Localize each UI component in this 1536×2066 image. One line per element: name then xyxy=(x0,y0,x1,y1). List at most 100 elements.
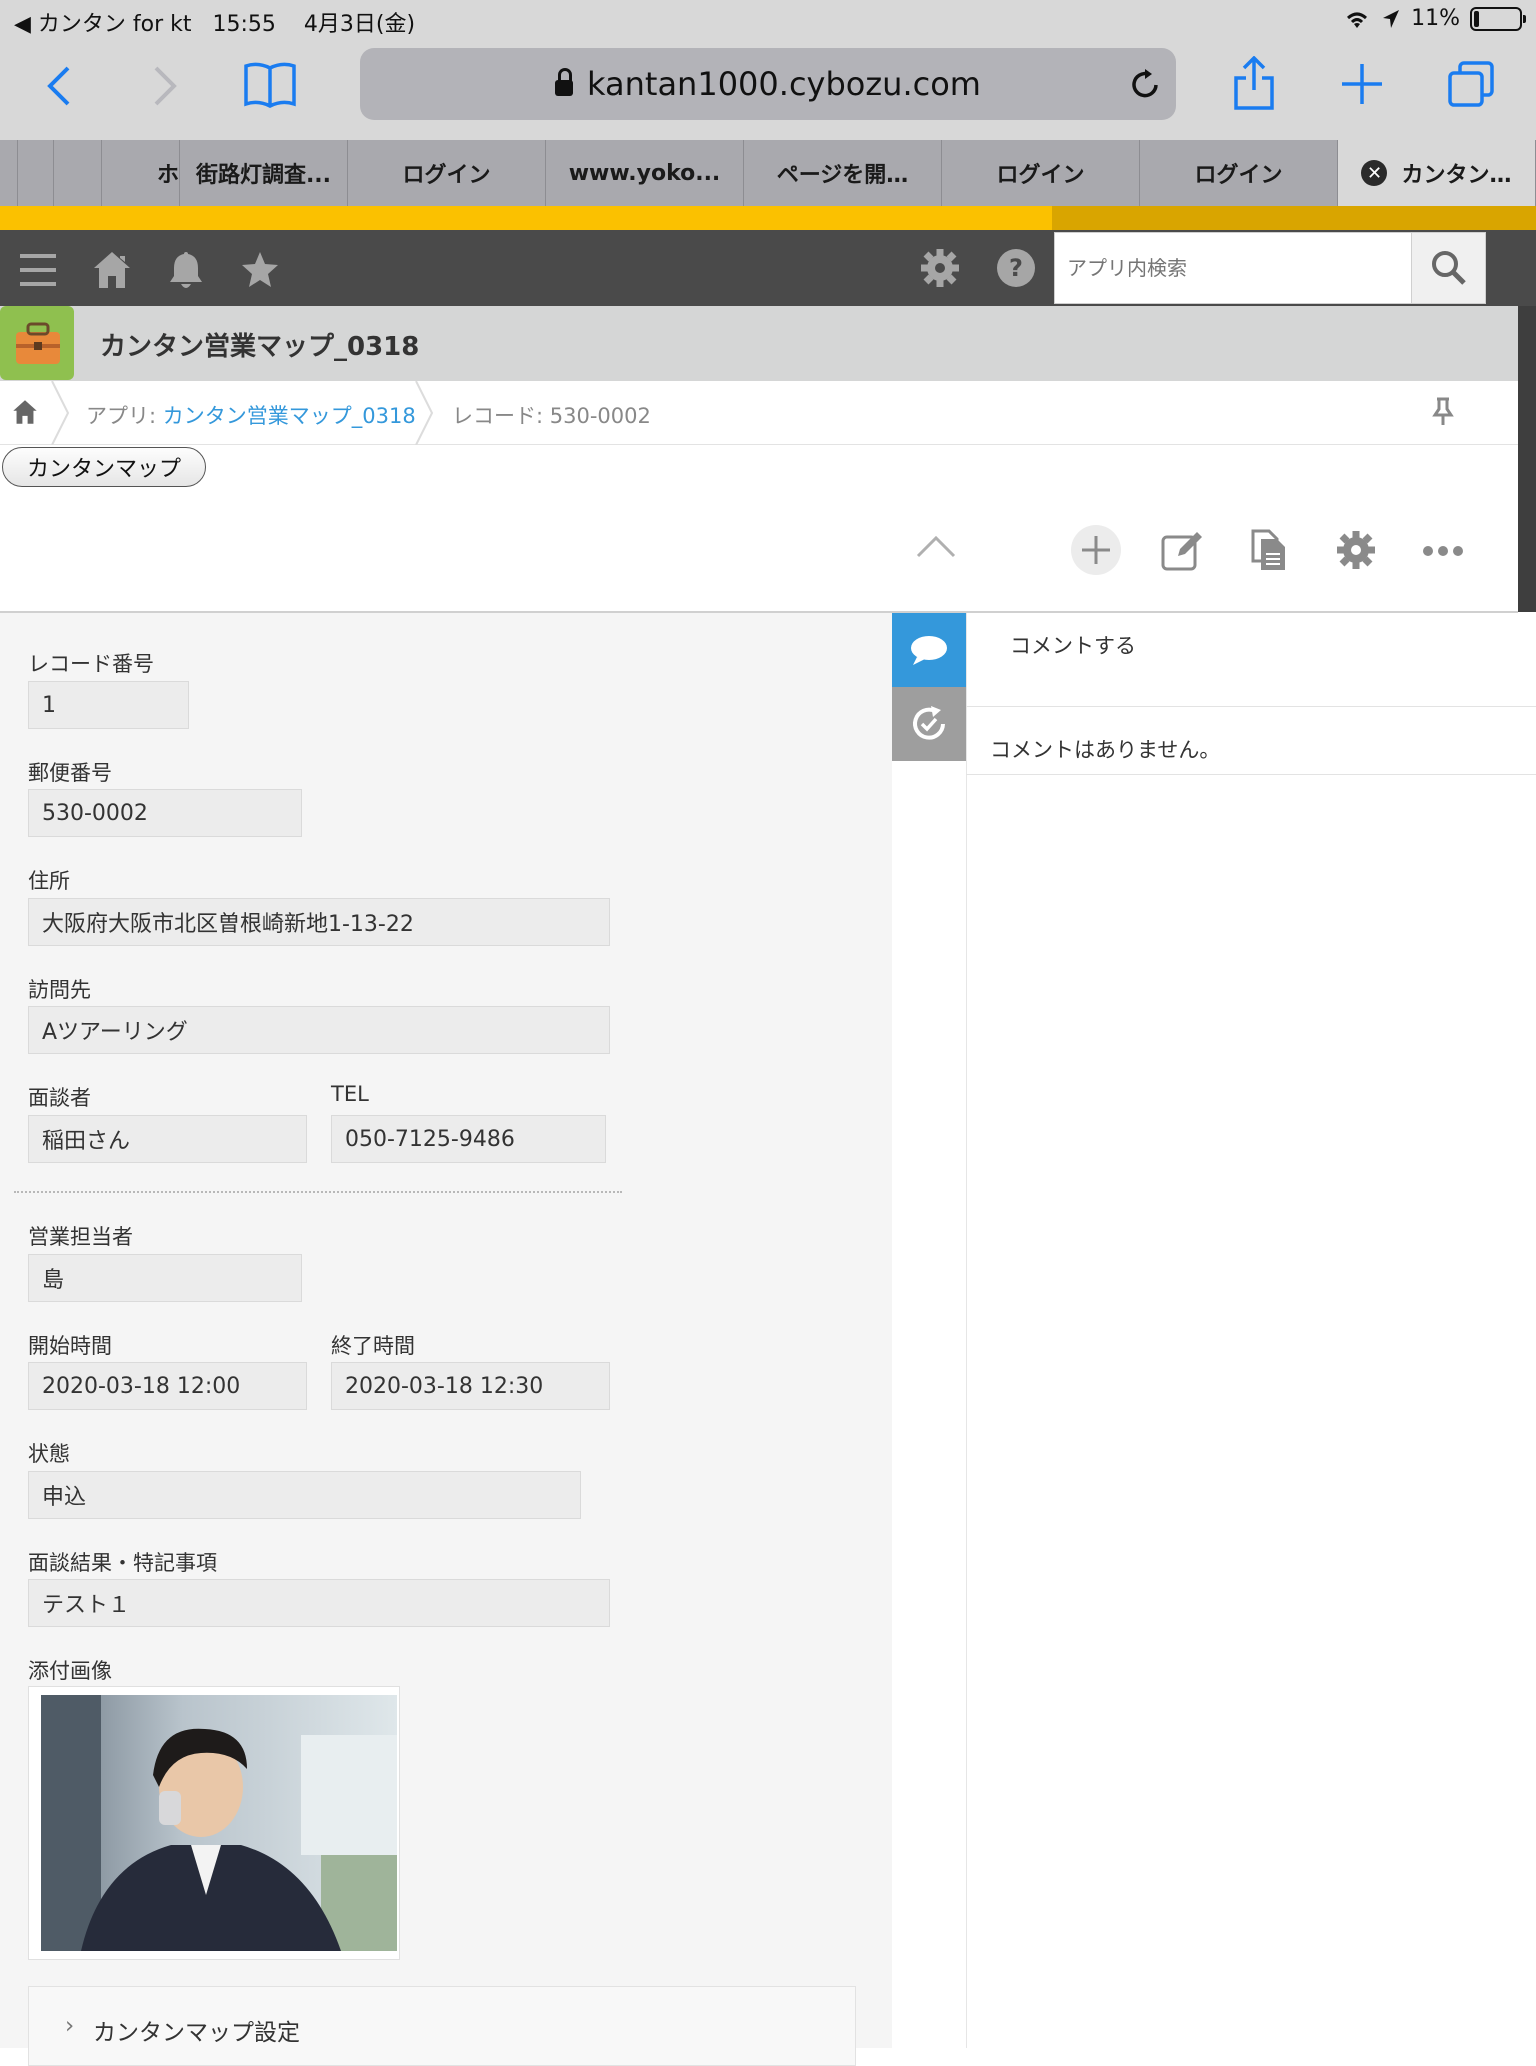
back-chevron-icon[interactable] xyxy=(44,64,74,108)
location-arrow-icon xyxy=(1383,9,1400,28)
form-divider xyxy=(14,1191,622,1193)
kantan-map-settings-group[interactable]: › カンタンマップ設定 xyxy=(28,1986,856,2066)
breadcrumb-separator-icon xyxy=(415,381,434,445)
new-tab-plus-icon[interactable] xyxy=(1340,62,1384,106)
field-label-result: 面談結果・特記事項 xyxy=(28,1551,217,1575)
field-value-result: テスト１ xyxy=(28,1579,610,1627)
field-value-postal: 530-0002 xyxy=(28,789,302,837)
wifi-icon xyxy=(1347,12,1368,28)
briefcase-icon xyxy=(16,322,60,364)
kantan-map-button[interactable]: カンタンマップ xyxy=(2,447,207,487)
search-icon xyxy=(1431,251,1466,285)
status-time: 15:55 xyxy=(212,12,276,37)
field-value-end: 2020-03-18 12:30 xyxy=(331,1362,610,1410)
pin-icon[interactable] xyxy=(1432,397,1454,427)
attached-photo[interactable] xyxy=(41,1695,397,1951)
breadcrumb-app[interactable]: アプリ: カンタン営業マップ_0318 xyxy=(86,400,416,430)
history-tab[interactable] xyxy=(892,687,966,761)
breadcrumb: アプリ: カンタン営業マップ_0318 レコード: 530-0002 xyxy=(0,381,1518,445)
status-date: 4月3日(金) xyxy=(303,12,416,37)
field-label-address: 住所 xyxy=(28,869,70,893)
forward-chevron-icon[interactable] xyxy=(150,64,180,108)
svg-text:?: ? xyxy=(1009,254,1023,282)
brand-color-bar xyxy=(0,206,1536,230)
breadcrumb-record: レコード: 530-0002 xyxy=(452,404,651,428)
comments-tab[interactable] xyxy=(892,613,966,687)
app-search-input[interactable] xyxy=(1055,233,1412,303)
attachment-thumbnail-frame[interactable] xyxy=(28,1686,400,1960)
url-text: kantan1000.cybozu.com xyxy=(587,65,981,103)
comment-input[interactable]: コメントする xyxy=(966,613,1536,707)
breadcrumb-separator-icon xyxy=(51,381,70,445)
browser-tab[interactable] xyxy=(54,140,102,206)
field-label-status: 状態 xyxy=(28,1442,70,1466)
field-value-status: 申込 xyxy=(28,1471,581,1519)
comment-bubble-icon xyxy=(911,636,947,665)
expand-chevron-icon: › xyxy=(65,2013,75,2039)
app-title[interactable]: カンタン営業マップ_0318 xyxy=(100,326,419,363)
status-bar: ◀ カンタン for kt 15:55 4月3日(金) 11% xyxy=(0,0,1536,40)
reload-icon[interactable] xyxy=(1128,68,1162,102)
breadcrumb-home-icon[interactable] xyxy=(12,399,38,425)
field-value-contact: 稲田さん xyxy=(28,1115,307,1163)
browser-tab-strip: ホ 街路灯調査... ログイン www.yoko... ページを開… ログイン … xyxy=(0,140,1536,206)
url-bar[interactable]: kantan1000.cybozu.com xyxy=(360,48,1176,120)
favorites-star-icon[interactable] xyxy=(240,250,280,290)
comment-empty-message: コメントはありません。 xyxy=(966,707,1536,775)
lock-icon xyxy=(555,68,574,96)
field-label-tel: TEL xyxy=(331,1082,369,1106)
add-record-icon[interactable] xyxy=(1070,524,1122,576)
browser-tab[interactable]: ログイン xyxy=(348,140,546,206)
search-button[interactable] xyxy=(1411,233,1485,303)
browser-tab[interactable]: ページを開… xyxy=(744,140,942,206)
field-value-start: 2020-03-18 12:00 xyxy=(28,1362,307,1410)
record-settings-gear-icon[interactable] xyxy=(1336,530,1376,570)
app-search xyxy=(1054,232,1486,304)
field-label-contact: 面談者 xyxy=(28,1086,91,1110)
collapse-chevron-up-icon[interactable] xyxy=(916,534,956,558)
comment-panel xyxy=(966,613,1536,2048)
field-value-record-no: 1 xyxy=(28,681,189,729)
breadcrumb-app-link[interactable]: カンタン営業マップ_0318 xyxy=(163,404,416,428)
battery-percent: 11% xyxy=(1411,6,1460,31)
more-options-icon[interactable] xyxy=(1422,544,1464,558)
scrollbar[interactable] xyxy=(1518,306,1536,612)
menu-hamburger-icon[interactable] xyxy=(18,250,58,290)
duplicate-record-icon[interactable] xyxy=(1250,528,1288,572)
group-label: カンタンマップ設定 xyxy=(93,2020,300,2046)
browser-tab[interactable] xyxy=(18,140,54,206)
field-value-tel: 050-7125-9486 xyxy=(331,1115,606,1163)
comment-input-placeholder: コメントする xyxy=(1010,634,1136,658)
field-label-record-no: レコード番号 xyxy=(28,652,154,676)
record-action-bar xyxy=(0,489,1518,613)
share-icon[interactable] xyxy=(1232,56,1276,112)
settings-gear-icon[interactable] xyxy=(920,248,960,288)
field-label-visit: 訪問先 xyxy=(28,978,91,1002)
back-to-app[interactable]: ◀ カンタン for kt xyxy=(14,12,192,37)
browser-tab[interactable]: ログイン xyxy=(1140,140,1338,206)
tabs-overview-icon[interactable] xyxy=(1446,60,1496,108)
help-question-icon[interactable]: ? xyxy=(996,248,1036,288)
browser-tab[interactable] xyxy=(0,140,18,206)
browser-tab-active[interactable]: ✕ カンタン… xyxy=(1338,140,1536,206)
browser-tab[interactable]: 街路灯調査... xyxy=(180,140,348,206)
notification-bell-icon[interactable] xyxy=(168,250,204,290)
browser-tab[interactable]: ホ xyxy=(102,140,180,206)
field-label-sales-rep: 営業担当者 xyxy=(28,1225,133,1249)
field-label-start: 開始時間 xyxy=(28,1334,112,1358)
field-label-postal: 郵便番号 xyxy=(28,761,112,785)
bookmarks-book-icon[interactable] xyxy=(242,60,298,108)
history-clock-icon xyxy=(913,706,945,740)
browser-tab[interactable]: www.yoko... xyxy=(546,140,744,206)
battery-icon xyxy=(1470,6,1526,31)
edit-record-icon[interactable] xyxy=(1160,528,1204,572)
browser-tab[interactable]: ログイン xyxy=(942,140,1140,206)
home-icon[interactable] xyxy=(92,250,132,290)
app-icon xyxy=(0,306,74,380)
field-label-attachment: 添付画像 xyxy=(28,1659,112,1683)
field-value-visit: Aツアーリング xyxy=(28,1006,610,1054)
field-value-address: 大阪府大阪市北区曽根崎新地1-13-22 xyxy=(28,898,610,946)
field-value-sales-rep: 島 xyxy=(28,1254,302,1302)
close-tab-icon[interactable]: ✕ xyxy=(1361,160,1388,186)
field-label-end: 終了時間 xyxy=(331,1334,415,1358)
